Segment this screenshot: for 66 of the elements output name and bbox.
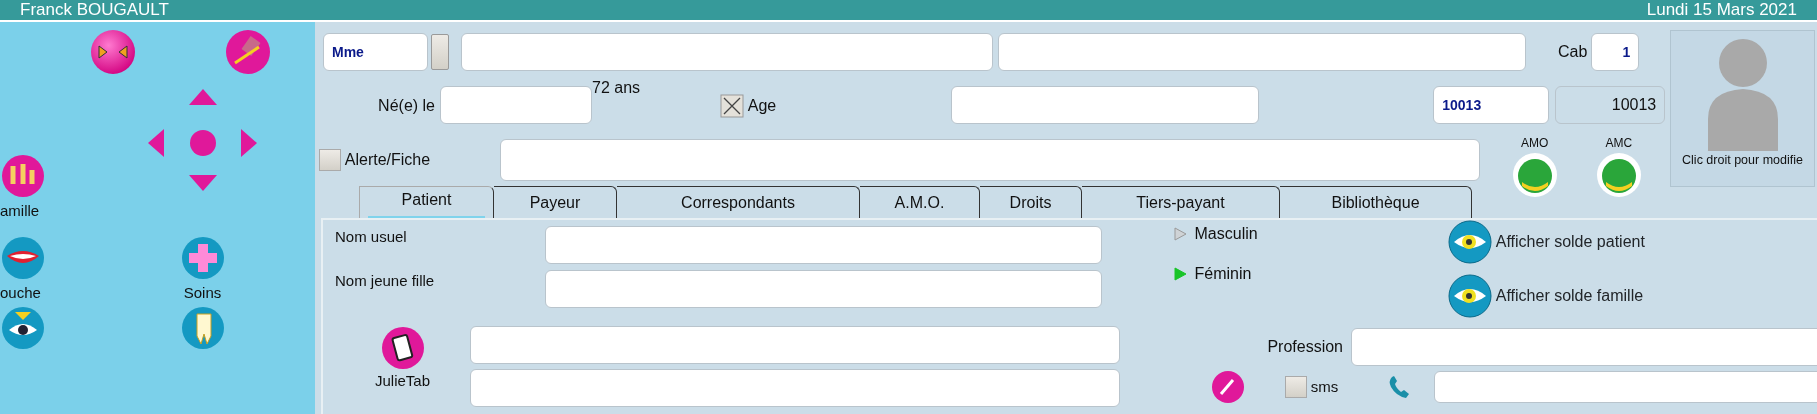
gender-option[interactable]: Féminin: [1194, 262, 1252, 286]
eye-icon: [1448, 220, 1492, 264]
pen-icon[interactable]: [1211, 370, 1245, 404]
mouth-icon[interactable]: [0, 236, 45, 280]
phone-icon: [1388, 375, 1411, 399]
tab[interactable]: Droits: [980, 186, 1082, 218]
tab[interactable]: Correspondants: [617, 186, 860, 218]
maiden-name-label: Nom jeune fille: [335, 271, 436, 291]
birth-date-field[interactable]: [440, 86, 592, 124]
social-security-field[interactable]: [951, 86, 1260, 124]
care-label[interactable]: Soins: [183, 281, 222, 305]
file-number-display: 10013: [1555, 86, 1666, 124]
sms-label: sms: [1310, 376, 1339, 397]
cab-field[interactable]: 1: [1591, 33, 1640, 71]
tab[interactable]: A.M.O.: [860, 186, 980, 218]
age-checkbox[interactable]: [720, 94, 745, 118]
photo-caption: Clic droit pour modifie: [1682, 152, 1803, 169]
eye-icon: [1448, 274, 1492, 318]
usual-name-label: Nom usuel: [335, 227, 408, 247]
date-label: Lundi 15 Mars 2021: [1646, 0, 1797, 20]
gender-option[interactable]: Masculin: [1194, 222, 1258, 246]
alert-field[interactable]: [499, 139, 1480, 181]
tooth-icon[interactable]: [180, 306, 225, 350]
insurance-logo-icon[interactable]: [1511, 152, 1558, 198]
tab[interactable]: Payeur: [494, 186, 617, 218]
eye-icon[interactable]: [0, 306, 45, 350]
show-balance-button[interactable]: Afficher solde patient: [1448, 220, 1645, 264]
tab[interactable]: Tiers-payant: [1082, 186, 1280, 218]
photo-panel[interactable]: Clic droit pour modifie: [1670, 30, 1815, 187]
sms-checkbox[interactable]: [1285, 376, 1307, 398]
tab[interactable]: Bibliothèque: [1280, 186, 1472, 218]
cab-label: Cab: [1558, 42, 1588, 62]
address-field[interactable]: [470, 326, 1120, 364]
phone-field[interactable]: [1434, 371, 1817, 403]
coverage-label: AMC: [1605, 135, 1633, 152]
profession-field[interactable]: [1351, 328, 1817, 366]
tablet-icon[interactable]: [380, 326, 425, 370]
eraser-icon[interactable]: [224, 29, 271, 75]
first-name-field[interactable]: [998, 33, 1526, 71]
usual-name-field[interactable]: [545, 226, 1102, 264]
coverage-label: AMO: [1521, 135, 1549, 152]
mouth-label[interactable]: ouche: [0, 281, 41, 305]
file-number-field[interactable]: 10013: [1433, 86, 1550, 124]
family-icon[interactable]: [0, 154, 45, 198]
birth-date-label: Né(e) le: [377, 96, 435, 116]
alert-checkbox[interactable]: [319, 149, 341, 171]
user-name: Franck BOUGAULT: [20, 0, 169, 20]
dropdown-button[interactable]: [431, 34, 449, 70]
age-label: Age: [747, 96, 777, 116]
last-name-field[interactable]: [461, 33, 993, 71]
medical-cross-icon[interactable]: [180, 236, 225, 280]
show-balance-button[interactable]: Afficher solde famille: [1448, 274, 1645, 318]
family-label[interactable]: amille: [0, 199, 40, 223]
profession-label: Profession: [1266, 337, 1343, 357]
radio-indicator-icon[interactable]: [1173, 267, 1187, 281]
maiden-name-field[interactable]: [545, 270, 1102, 308]
alert-label: Alerte/Fiche: [344, 150, 432, 170]
center-dot-icon[interactable]: [187, 128, 218, 158]
arrows-inward-icon[interactable]: [89, 29, 136, 75]
civility-field[interactable]: Mme: [323, 33, 428, 71]
radio-indicator-icon[interactable]: [1173, 227, 1187, 241]
insurance-logo-icon[interactable]: [1595, 152, 1642, 198]
julietab-label: JulieTab: [374, 371, 430, 391]
address-field[interactable]: [470, 369, 1120, 407]
tab[interactable]: Patient: [359, 186, 494, 218]
age-text: 72 ans: [592, 78, 641, 98]
